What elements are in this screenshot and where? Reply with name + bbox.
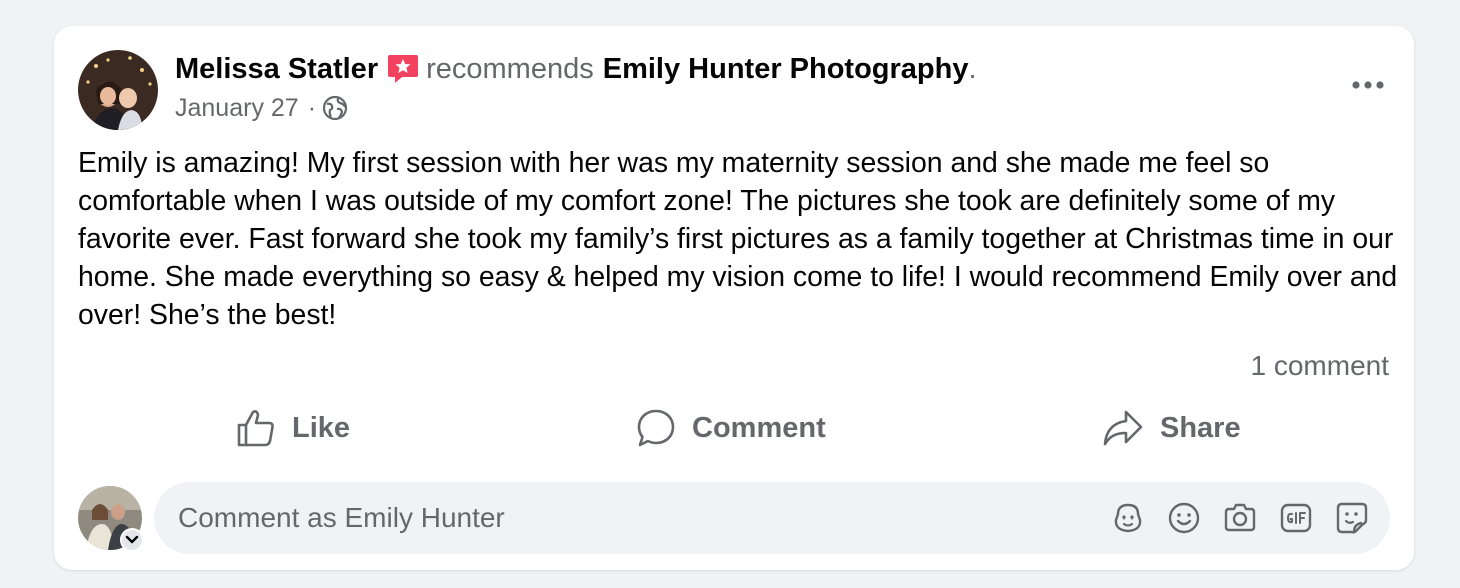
thumbs-up-icon — [237, 410, 274, 447]
share-label: Share — [1160, 411, 1241, 444]
avatar-sticker-icon[interactable] — [1110, 500, 1146, 536]
header-period: . — [968, 53, 977, 85]
globe-icon[interactable] — [322, 95, 348, 121]
comment-input-box — [154, 482, 1390, 554]
author-avatar[interactable] — [78, 50, 158, 130]
composer-icons — [1090, 500, 1370, 536]
camera-icon[interactable] — [1222, 500, 1258, 536]
recommends-text: recommends — [426, 53, 594, 85]
comment-composer — [54, 480, 1414, 554]
comment-input[interactable] — [178, 482, 1078, 554]
like-label: Like — [292, 411, 351, 444]
comment-label: Comment — [692, 411, 826, 444]
page-name-link[interactable]: Emily Hunter Photography — [603, 50, 969, 88]
share-button[interactable]: Share — [1102, 398, 1241, 458]
meta-separator: · — [307, 94, 317, 122]
more-options-icon[interactable] — [1348, 70, 1388, 100]
share-arrow-icon — [1103, 410, 1143, 446]
post-meta: January 27 · — [175, 92, 348, 124]
comment-count-link[interactable]: 1 comment — [1251, 348, 1390, 384]
sticker-icon[interactable] — [1334, 500, 1370, 536]
comment-button[interactable]: Comment — [636, 398, 826, 458]
emoji-icon[interactable] — [1166, 500, 1202, 536]
post-date[interactable]: January 27 — [175, 92, 299, 124]
post-actions: Like Comment Share — [54, 398, 1414, 458]
post-header: Melissa Statler recommends Emily Hunter … — [175, 50, 977, 88]
gif-icon[interactable] — [1278, 500, 1314, 536]
author-name[interactable]: Melissa Statler — [175, 50, 378, 88]
post-body-text: Emily is amazing! My first session with … — [78, 147, 1398, 331]
chevron-down-icon[interactable] — [120, 528, 144, 552]
recommend-badge-icon — [386, 52, 420, 86]
post-card: Melissa Statler recommends Emily Hunter … — [54, 26, 1414, 570]
comment-bubble-icon — [637, 409, 675, 447]
like-button[interactable]: Like — [236, 398, 350, 458]
